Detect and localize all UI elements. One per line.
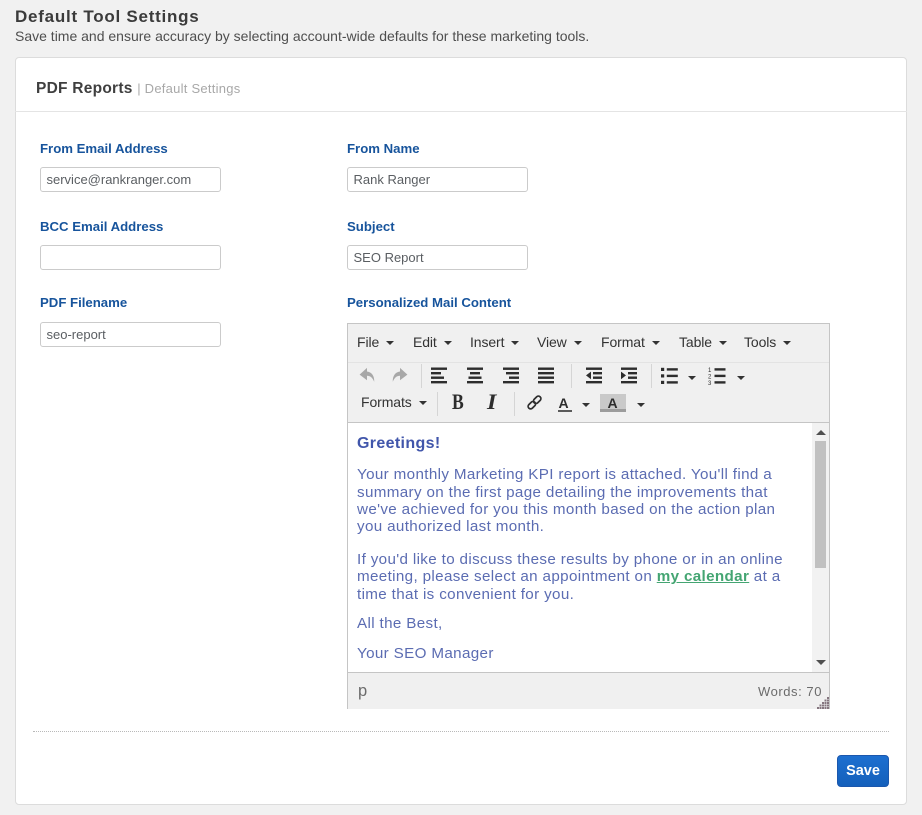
svg-text:3: 3 xyxy=(708,381,712,385)
svg-text:1: 1 xyxy=(708,368,712,374)
svg-text:2: 2 xyxy=(708,374,712,380)
